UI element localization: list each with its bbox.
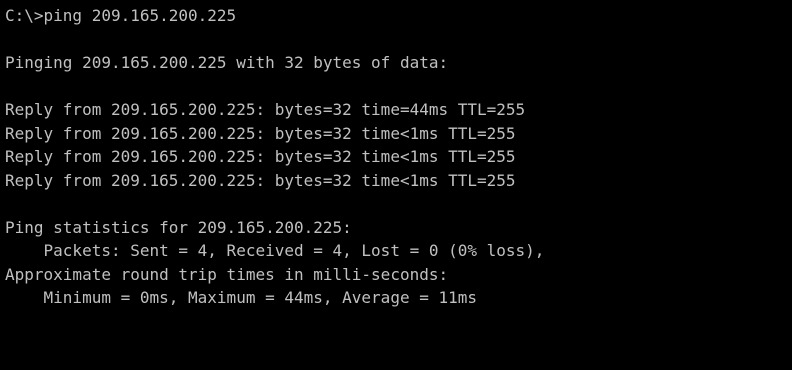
command-line: C:\>ping 209.165.200.225 xyxy=(5,6,237,25)
round-trip-header-line: Approximate round trip times in milli-se… xyxy=(5,264,449,284)
command-prompt-window[interactable]: C:\>ping 209.165.200.225 Pinging 209.165… xyxy=(0,0,792,370)
reply-line-3: Reply from 209.165.200.225: bytes=32 tim… xyxy=(5,147,516,166)
ping-statistics-header: Ping statistics for 209.165.200.225: xyxy=(5,217,352,237)
reply-line-2: Reply from 209.165.200.225: bytes=32 tim… xyxy=(5,123,516,143)
packets-summary-line: Packets: Sent = 4, Received = 4, Lost = … xyxy=(5,241,545,260)
reply-line-4: Reply from 209.165.200.225: bytes=32 tim… xyxy=(5,170,516,190)
round-trip-summary-line: Minimum = 0ms, Maximum = 44ms, Average =… xyxy=(5,288,478,307)
reply-line-1: Reply from 209.165.200.225: bytes=32 tim… xyxy=(5,100,526,119)
pinging-header-line: Pinging 209.165.200.225 with 32 bytes of… xyxy=(5,53,449,72)
